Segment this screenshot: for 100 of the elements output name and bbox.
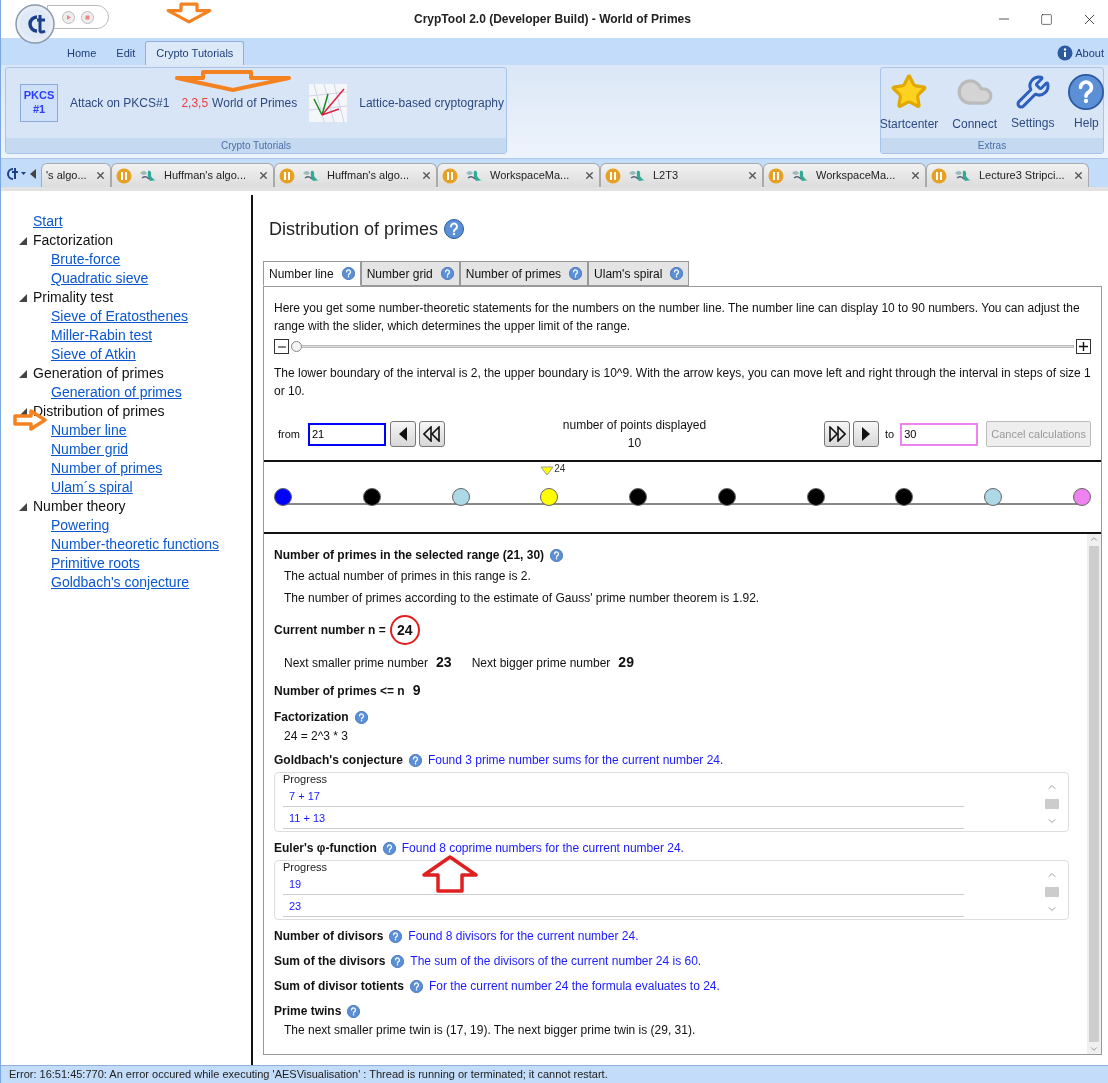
sidebar-link[interactable]: Sieve of Atkin (1, 345, 136, 364)
help-icon[interactable] (569, 267, 583, 280)
to-field[interactable]: 30 (900, 422, 979, 446)
help-icon[interactable] (550, 548, 564, 562)
sidebar-link[interactable]: Primitive roots (1, 554, 140, 573)
sidebar-link[interactable]: Number-theoretic functions (1, 535, 220, 554)
sidebar-link[interactable]: Powering (1, 516, 110, 535)
sidebar-link[interactable]: Number of primes (1, 459, 163, 478)
progress-item[interactable]: 11 + 13 (289, 812, 326, 824)
help-icon[interactable] (444, 219, 465, 239)
scroll-left-icon[interactable] (29, 168, 37, 180)
content-tab[interactable]: Number line (263, 261, 361, 286)
step-back-button[interactable] (419, 421, 445, 447)
help-icon[interactable] (347, 1004, 361, 1018)
close-icon[interactable] (258, 170, 269, 181)
slider-track[interactable] (291, 339, 1074, 354)
sidebar-link[interactable]: Ulam´s spiral (1, 478, 133, 497)
lattice-icon[interactable] (309, 84, 348, 122)
ribbon-tab[interactable]: Crypto Tutorials (145, 41, 245, 65)
app-menu-icon[interactable] (5, 167, 27, 181)
ribbon-tab[interactable]: Edit (106, 41, 146, 65)
step-forward-button[interactable] (824, 421, 851, 447)
help-icon[interactable] (382, 841, 396, 855)
sidebar-group[interactable]: Factorization (33, 231, 114, 250)
help-icon[interactable] (408, 753, 422, 767)
document-tab[interactable]: Huffman's algo... (274, 163, 437, 187)
step-back-button[interactable] (390, 421, 416, 447)
ribbon-button[interactable]: Settings (1007, 74, 1059, 132)
expanded-icon[interactable] (19, 369, 27, 378)
sidebar-group[interactable]: Distribution of primes (33, 402, 165, 421)
ribbon-tab[interactable]: Home (57, 41, 107, 65)
help-icon[interactable] (389, 929, 403, 943)
sidebar-link[interactable]: Generation of primes (1, 383, 182, 402)
expanded-icon[interactable] (19, 502, 27, 511)
close-icon[interactable] (1073, 170, 1084, 181)
ribbon-link[interactable]: World of Primes (212, 94, 298, 112)
sidebar-link[interactable]: Quadratic sieve (1, 269, 149, 288)
app-logo-icon[interactable] (15, 4, 55, 44)
sidebar-link[interactable]: Sieve of Eratosthenes (1, 307, 188, 326)
decrease-button[interactable] (274, 339, 289, 354)
number-point[interactable] (806, 488, 825, 506)
sidebar-group[interactable]: Number theory (33, 497, 126, 516)
help-icon[interactable] (341, 267, 355, 280)
increase-button[interactable] (1076, 339, 1091, 354)
ribbon-link[interactable]: Attack on PKCS#1 (70, 94, 170, 112)
sidebar-link[interactable]: Miller-Rabin test (1, 326, 153, 345)
maximize-icon[interactable] (1040, 12, 1053, 26)
ribbon-button[interactable]: Help (1064, 74, 1108, 132)
number-point[interactable] (629, 488, 648, 506)
expanded-icon[interactable] (19, 236, 27, 245)
document-tab[interactable]: WorkspaceMa... (437, 163, 600, 187)
progress-item[interactable]: 19 (289, 878, 302, 890)
ribbon-button[interactable]: Startcenter (875, 73, 943, 133)
from-field[interactable]: 21 (308, 422, 386, 446)
sidebar-link[interactable]: Brute-force (1, 250, 121, 269)
number-point[interactable] (362, 488, 381, 506)
document-tab[interactable]: 's algo... (41, 163, 111, 187)
content-tab[interactable]: Ulam's spiral (588, 261, 690, 286)
ribbon-link[interactable]: Lattice-based cryptography (359, 94, 504, 112)
step-forward-button[interactable] (853, 421, 880, 447)
number-point[interactable] (717, 488, 736, 506)
close-icon[interactable] (584, 170, 595, 181)
slider-thumb[interactable] (291, 341, 302, 352)
close-icon[interactable] (747, 170, 758, 181)
help-icon[interactable] (670, 267, 684, 280)
pkcs-badge[interactable]: PKCS #1 (20, 84, 58, 122)
close-icon[interactable] (95, 170, 106, 181)
expanded-icon[interactable] (19, 293, 27, 302)
about-button[interactable]: About (1057, 41, 1108, 65)
close-icon[interactable] (910, 170, 921, 181)
sidebar-link[interactable]: Start (1, 212, 63, 231)
scrollbar-thumb[interactable] (1045, 887, 1059, 897)
document-tab[interactable]: L2T3 (600, 163, 763, 187)
close-icon[interactable] (421, 170, 432, 181)
progress-item[interactable]: 7 + 17 (289, 790, 320, 802)
document-tab[interactable]: Lecture3 Stripci... (926, 163, 1089, 187)
help-icon[interactable] (391, 954, 405, 968)
help-icon[interactable] (410, 979, 423, 993)
help-icon[interactable] (440, 267, 454, 280)
sidebar-link[interactable]: Number grid (1, 440, 129, 459)
stop-icon[interactable] (81, 10, 94, 24)
expanded-icon[interactable] (19, 407, 27, 416)
content-tab[interactable]: Number grid (360, 261, 460, 286)
number-point[interactable] (895, 488, 914, 506)
marker-label: 24 (554, 462, 566, 476)
sidebar-group[interactable]: Primality test (33, 288, 114, 307)
run-icon[interactable] (62, 10, 75, 24)
sidebar-group[interactable]: Generation of primes (33, 364, 164, 383)
content-tab[interactable]: Number of primes (459, 261, 589, 286)
sidebar-link[interactable]: Goldbach's conjecture (1, 573, 190, 592)
sidebar-link[interactable]: Number line (1, 421, 127, 440)
number-point[interactable] (274, 488, 292, 506)
scrollbar-thumb[interactable] (1045, 799, 1059, 809)
document-tab[interactable]: Huffman's algo... (111, 163, 274, 187)
ribbon-button[interactable]: Connect (948, 73, 1002, 133)
scrollbar-thumb[interactable] (1089, 546, 1099, 1042)
help-icon[interactable] (354, 710, 368, 724)
help-icon[interactable] (1068, 74, 1105, 110)
document-tab[interactable]: WorkspaceMa... (763, 163, 926, 187)
progress-item[interactable]: 23 (289, 900, 302, 912)
